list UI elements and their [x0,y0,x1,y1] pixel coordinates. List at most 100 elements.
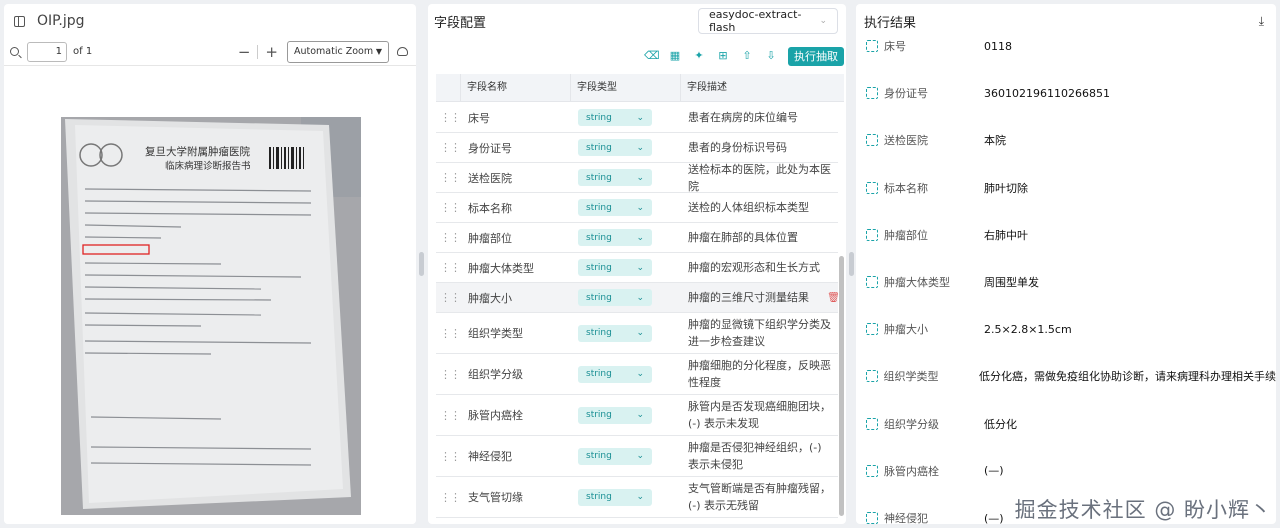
table-row[interactable]: ⋮⋮ 神经侵犯 string ⌄ 肿瘤是否侵犯神经组织，(-) 表示未侵犯 [436,436,838,477]
field-locate-icon[interactable] [866,464,878,477]
delete-row-icon[interactable]: 🗑 [827,292,838,303]
field-name[interactable]: 标本名称 [460,200,570,216]
table-row[interactable]: ⋮⋮ 床号 string ⌄ 患者在病房的床位编号 [436,103,838,133]
sidebar-toggle-icon[interactable] [14,15,25,27]
drag-handle-icon[interactable]: ⋮⋮ [436,261,461,274]
drag-handle-icon[interactable]: ⋮⋮ [436,231,461,244]
download-icon[interactable]: ⇩ [764,49,778,63]
field-type-select[interactable]: string ⌄ [578,406,652,424]
field-name[interactable]: 送检医院 [460,170,570,186]
field-description[interactable]: 支气管断端是否有肿瘤残留，(-) 表示无残留 [680,476,838,518]
result-value: 本院 [984,134,1006,148]
drag-handle-icon[interactable]: ⋮⋮ [436,368,461,381]
column-header-name: 字段名称 [460,74,570,101]
field-locate-icon[interactable] [866,512,878,524]
field-description[interactable]: 肿瘤细胞的分化程度，反映恶性程度 [680,353,838,395]
download-result-icon[interactable]: ⤓ [1259,14,1264,29]
field-locate-icon[interactable] [866,181,878,194]
table-row[interactable]: ⋮⋮ 肿瘤大体类型 string ⌄ 肿瘤的宏观形态和生长方式 [436,253,838,283]
field-name[interactable]: 脉管内癌栓 [460,407,570,423]
field-name[interactable]: 肿瘤大体类型 [460,260,570,276]
zoom-out-button[interactable]: − [238,43,251,61]
field-description[interactable]: 肿瘤的显微镜下组织学分类及进一步检查建议 [680,312,838,354]
field-type-cell: string ⌄ [570,139,680,156]
drag-handle-icon[interactable]: ⋮⋮ [436,291,461,304]
right-splitter-handle[interactable] [849,252,854,276]
result-item: 肿瘤大体类型 周围型单发 [866,272,1276,292]
field-description[interactable]: 脉管内是否发现癌细胞团块，(-) 表示未发现 [680,394,838,436]
drag-handle-icon[interactable]: ⋮⋮ [436,111,461,124]
drag-handle-icon[interactable]: ⋮⋮ [436,141,461,154]
field-name[interactable]: 组织学分级 [460,366,570,382]
field-locate-icon[interactable] [866,228,878,241]
search-icon[interactable] [10,47,19,56]
table-row[interactable]: ⋮⋮ 标本名称 string ⌄ 送检的人体组织标本类型 [436,193,838,223]
chevron-down-icon: ⌄ [636,451,644,461]
field-type-select[interactable]: string ⌄ [578,109,652,126]
field-type-select[interactable]: string ⌄ [578,229,652,246]
field-type-value: string [586,142,612,153]
cloud-download-icon[interactable] [397,47,408,56]
field-locate-icon[interactable] [866,370,878,383]
field-name[interactable]: 神经侵犯 [460,448,570,464]
field-locate-icon[interactable] [866,323,878,336]
field-description[interactable]: 患者在病房的床位编号 [680,105,838,130]
add-field-icon[interactable]: ⊞ [716,49,730,63]
field-type-select[interactable]: string ⌄ [578,169,652,186]
result-key: 组织学类型 [883,370,939,384]
field-type-select[interactable]: string ⌄ [578,289,652,306]
field-type-select[interactable]: string ⌄ [578,199,652,216]
field-name[interactable]: 肿瘤部位 [460,230,570,246]
model-select[interactable]: easydoc-extract-flash ⌄ [698,8,838,34]
field-type-select[interactable]: string ⌄ [578,488,652,506]
field-type-select[interactable]: string ⌄ [578,139,652,156]
table-row[interactable]: ⋮⋮ 肿瘤部位 string ⌄ 肿瘤在肺部的具体位置 [436,223,838,253]
field-name[interactable]: 身份证号 [460,140,570,156]
field-type-select[interactable]: string ⌄ [578,447,652,465]
field-locate-icon[interactable] [866,87,878,100]
drag-handle-icon[interactable]: ⋮⋮ [436,409,461,422]
field-description[interactable]: 肿瘤在肺部的具体位置 [680,225,838,250]
result-item: 脉管内癌栓 (—) [866,461,1276,481]
zoom-in-button[interactable]: + [265,43,278,61]
field-type-select[interactable]: string ⌄ [578,324,652,342]
field-type-value: string [586,112,612,123]
field-locate-icon[interactable] [866,276,878,288]
drag-handle-icon[interactable]: ⋮⋮ [436,201,461,214]
run-extraction-button[interactable]: 执行抽取 [788,46,844,66]
field-description[interactable]: 送检的人体组织标本类型 [680,195,838,220]
drag-handle-icon[interactable]: ⋮⋮ [436,327,461,340]
table-row[interactable]: ⋮⋮ 支气管切缘 string ⌄ 支气管断端是否有肿瘤残留，(-) 表示无残留 [436,477,838,518]
field-name[interactable]: 肿瘤大小 [460,290,570,306]
field-locate-icon[interactable] [866,417,878,430]
grid-icon[interactable]: ▦ [668,49,682,63]
field-name[interactable]: 组织学类型 [460,325,570,341]
divider [257,44,259,59]
field-locate-icon[interactable] [866,134,878,147]
left-splitter-handle[interactable] [419,252,424,276]
zoom-select[interactable]: Automatic Zoom ▼ [287,40,389,63]
field-description[interactable]: 肿瘤的三维尺寸测量结果 [680,285,838,310]
field-description[interactable]: 肿瘤的宏观形态和生长方式 [680,255,838,280]
field-description[interactable]: 肿瘤是否侵犯神经组织，(-) 表示未侵犯 [680,435,838,477]
field-type-select[interactable]: string ⌄ [578,365,652,383]
drag-handle-icon[interactable]: ⋮⋮ [436,171,461,184]
field-name[interactable]: 床号 [460,110,570,126]
zoom-select-value: Automatic Zoom [294,46,374,57]
field-type-select[interactable]: string ⌄ [578,259,652,276]
eraser-icon[interactable]: ⌫ [644,49,660,63]
table-row[interactable]: ⋮⋮ 送检医院 string ⌄ 送检标本的医院，此处为本医院 [436,163,838,193]
table-row[interactable]: ⋮⋮ 肿瘤大小 string ⌄ 肿瘤的三维尺寸测量结果 🗑 [436,283,838,313]
upload-icon[interactable]: ⇧ [740,49,754,63]
field-config-panel: 字段配置 easydoc-extract-flash ⌄ ⌫ ▦ ✦ ⊞ ⇧ ⇩… [428,4,846,524]
table-row[interactable]: ⋮⋮ 脉管内癌栓 string ⌄ 脉管内是否发现癌细胞团块，(-) 表示未发现 [436,395,838,436]
table-scrollbar[interactable] [839,256,844,516]
table-row[interactable]: ⋮⋮ 组织学类型 string ⌄ 肿瘤的显微镜下组织学分类及进一步检查建议 [436,313,838,354]
magic-icon[interactable]: ✦ [692,49,706,63]
field-locate-icon[interactable] [866,40,878,52]
page-number-input[interactable]: 1 [27,41,67,62]
field-name[interactable]: 支气管切缘 [460,489,570,505]
table-row[interactable]: ⋮⋮ 组织学分级 string ⌄ 肿瘤细胞的分化程度，反映恶性程度 [436,354,838,395]
drag-handle-icon[interactable]: ⋮⋮ [436,450,461,463]
drag-handle-icon[interactable]: ⋮⋮ [436,491,461,504]
